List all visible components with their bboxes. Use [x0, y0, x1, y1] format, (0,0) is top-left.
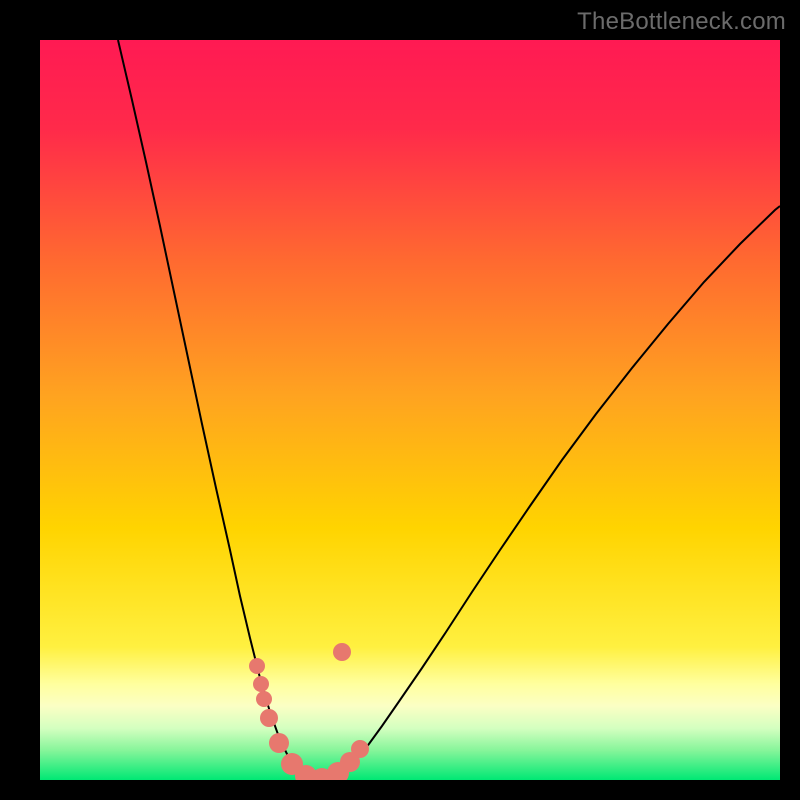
marker-dot: [351, 740, 369, 758]
marker-dot: [249, 658, 265, 674]
chart-frame: TheBottleneck.com: [0, 0, 800, 800]
marker-dot: [256, 691, 272, 707]
gradient-background: [40, 40, 780, 780]
marker-dot: [269, 733, 289, 753]
plot-area: [40, 40, 780, 780]
marker-dot: [260, 709, 278, 727]
watermark-label: TheBottleneck.com: [577, 8, 786, 36]
marker-dot: [333, 643, 351, 661]
chart-svg: [40, 40, 780, 780]
marker-dot: [253, 676, 269, 692]
